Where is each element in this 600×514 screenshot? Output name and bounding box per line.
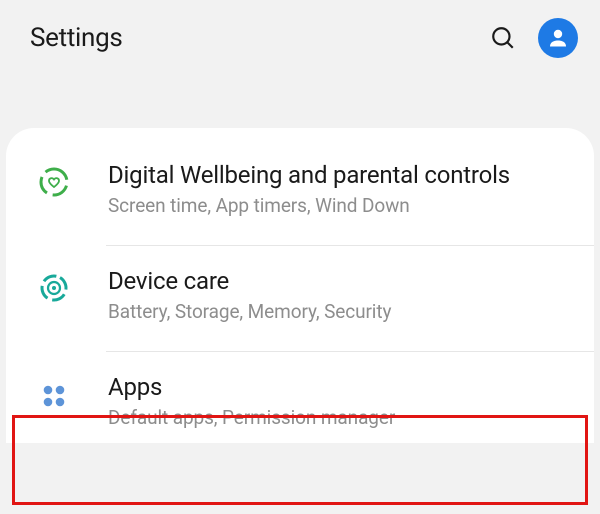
apps-icon: [32, 372, 76, 412]
divider: [106, 351, 594, 352]
page-title: Settings: [30, 23, 123, 53]
settings-item-subtitle: Battery, Storage, Memory, Security: [108, 300, 572, 323]
settings-item-device-care[interactable]: Device care Battery, Storage, Memory, Se…: [6, 260, 594, 337]
settings-item-text: Device care Battery, Storage, Memory, Se…: [108, 266, 572, 323]
device-care-icon: [32, 266, 76, 304]
search-icon[interactable]: [490, 25, 516, 51]
settings-item-title: Digital Wellbeing and parental controls: [108, 160, 572, 190]
wellbeing-icon: [32, 160, 76, 198]
settings-item-title: Device care: [108, 266, 572, 296]
settings-item-text: Digital Wellbeing and parental controls …: [108, 160, 572, 217]
settings-header: Settings: [0, 0, 600, 76]
settings-item-subtitle: Default apps, Permission manager: [108, 406, 572, 429]
settings-list-card: Digital Wellbeing and parental controls …: [6, 128, 594, 443]
settings-item-text: Apps Default apps, Permission manager: [108, 372, 572, 429]
profile-avatar[interactable]: [538, 18, 578, 58]
settings-item-subtitle: Screen time, App timers, Wind Down: [108, 194, 572, 217]
settings-item-digital-wellbeing[interactable]: Digital Wellbeing and parental controls …: [6, 154, 594, 231]
settings-item-apps[interactable]: Apps Default apps, Permission manager: [6, 366, 594, 443]
settings-item-title: Apps: [108, 372, 572, 402]
divider: [106, 245, 594, 246]
header-actions: [490, 18, 578, 58]
